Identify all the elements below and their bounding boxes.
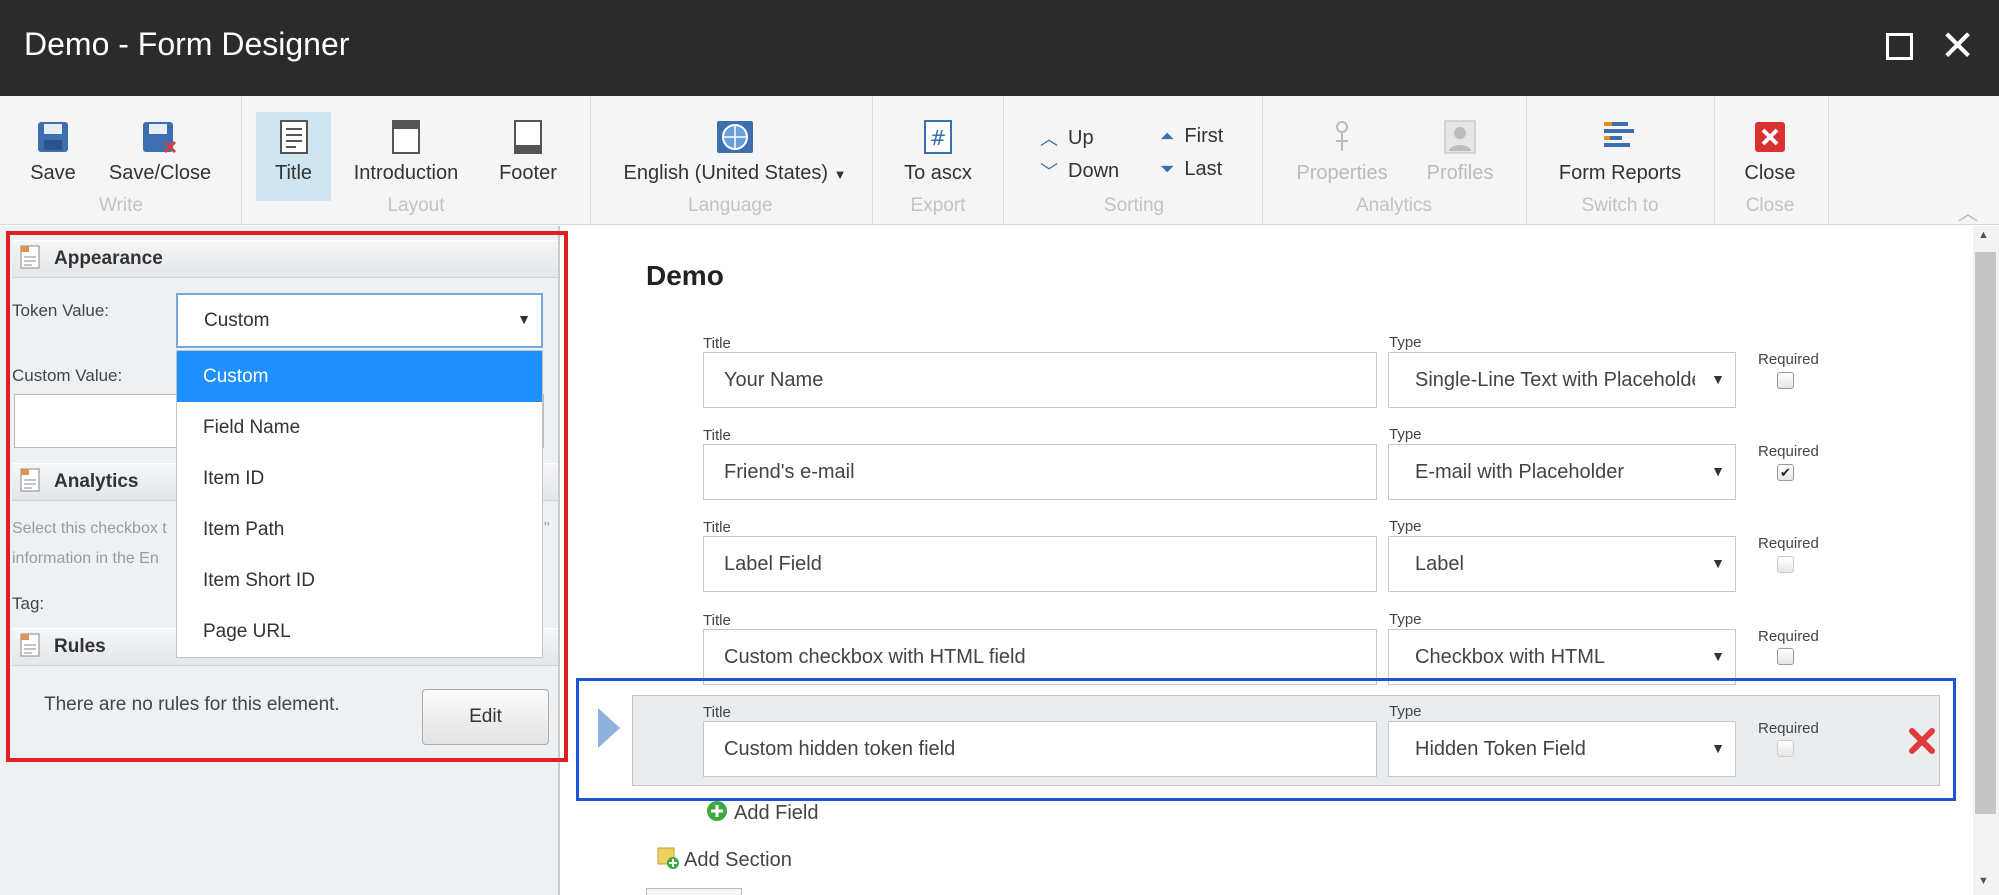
footer-button[interactable]: Footer — [496, 110, 560, 195]
save-icon — [20, 116, 86, 158]
add-section-link[interactable]: Add Section — [656, 846, 792, 875]
ribbon-separator — [1714, 96, 1715, 224]
to-ascx-button[interactable]: # To ascx — [898, 110, 978, 195]
field-title-input[interactable]: Your Name — [703, 352, 1377, 408]
dropdown-arrow-icon: ▼ — [1711, 648, 1725, 664]
footer-icon — [496, 116, 560, 158]
save-close-button[interactable]: Save/Close — [108, 110, 212, 195]
move-first-button[interactable]: ⏶ First — [1160, 125, 1223, 148]
field-required-label: Required — [1758, 351, 1819, 368]
collapse-ribbon-icon[interactable]: ︿ — [1958, 197, 1978, 226]
field-title-input[interactable]: Custom checkbox with HTML field — [703, 629, 1377, 685]
ribbon-separator — [1828, 96, 1829, 224]
maximize-icon[interactable] — [1886, 33, 1913, 60]
field-type-select[interactable]: Single-Line Text with Placeholder ▼ — [1388, 352, 1736, 408]
field-title-label: Title — [703, 335, 731, 352]
title-layout-button[interactable]: Title — [256, 110, 331, 195]
dropdown-arrow-icon: ▼ — [1711, 555, 1725, 571]
double-down-arrow-icon: ⏷ — [1160, 159, 1175, 179]
introduction-button[interactable]: Introduction — [348, 110, 464, 195]
move-up-button[interactable]: ︿ Up — [1040, 125, 1094, 151]
close-window-icon[interactable]: ✕ — [1940, 22, 1975, 70]
scroll-up-icon[interactable]: ▲ — [1978, 229, 1989, 241]
required-checkbox[interactable] — [1777, 372, 1794, 389]
group-analytics-label: Analytics — [1355, 195, 1433, 216]
add-green-plus-icon — [706, 800, 728, 827]
group-export-label: Export — [910, 195, 966, 216]
field-title-label: Title — [703, 519, 731, 536]
field-type-label: Type — [1389, 518, 1422, 535]
move-last-button[interactable]: ⏷ Last — [1160, 158, 1222, 181]
language-dropdown[interactable]: English (United States) ▼ — [620, 110, 850, 195]
field-type-select[interactable]: Checkbox with HTML ▼ — [1388, 629, 1736, 685]
annotation-blue-highlight — [576, 678, 1956, 801]
globe-icon — [620, 116, 850, 158]
introduction-icon — [348, 116, 464, 158]
field-type-label: Type — [1389, 611, 1422, 628]
double-up-arrow-icon: ⏶ — [1160, 126, 1175, 146]
scrollbar-thumb[interactable] — [1975, 252, 1996, 814]
save-button[interactable]: Save — [20, 110, 86, 195]
field-title-label: Title — [703, 427, 731, 444]
down-arrow-icon: ﹀ — [1040, 162, 1058, 182]
group-close-label: Close — [1745, 195, 1795, 216]
close-button[interactable]: Close — [1738, 110, 1802, 195]
group-write-label: Write — [99, 195, 143, 216]
dropdown-arrow-icon: ▼ — [1711, 371, 1725, 387]
scroll-down-icon[interactable]: ▼ — [1978, 875, 1989, 887]
required-checkbox-disabled — [1777, 556, 1794, 573]
reports-icon — [1552, 116, 1688, 158]
properties-icon — [1290, 116, 1394, 158]
ribbon-separator — [241, 96, 242, 224]
field-type-select[interactable]: E-mail with Placeholder ▼ — [1388, 444, 1736, 500]
field-type-label: Type — [1389, 334, 1422, 351]
field-title-input[interactable]: Friend's e-mail — [703, 444, 1377, 500]
up-arrow-icon: ︿ — [1040, 129, 1058, 149]
profile-icon — [1414, 116, 1506, 158]
move-down-button[interactable]: ﹀ Down — [1040, 158, 1119, 184]
add-field-link[interactable]: Add Field — [706, 800, 819, 827]
properties-button[interactable]: Properties — [1290, 110, 1394, 195]
save-close-icon — [108, 116, 212, 158]
group-layout-label: Layout — [387, 195, 445, 216]
ribbon-separator — [1003, 96, 1004, 224]
field-title-label: Title — [703, 612, 731, 629]
required-checkbox[interactable] — [1777, 648, 1794, 665]
window-title: Demo - Form Designer — [24, 26, 350, 62]
ascx-file-icon: # — [898, 116, 978, 158]
field-required-label: Required — [1758, 628, 1819, 645]
form-title: Demo — [646, 260, 724, 291]
partially-hidden-button[interactable] — [646, 888, 742, 895]
add-section-icon — [656, 846, 680, 875]
field-required-label: Required — [1758, 535, 1819, 552]
profiles-button[interactable]: Profiles — [1414, 110, 1506, 195]
chevron-down-icon: ▼ — [833, 167, 847, 182]
annotation-red-highlight — [6, 231, 568, 762]
field-required-label: Required — [1758, 443, 1819, 460]
ribbon-separator — [872, 96, 873, 224]
group-switch-label: Switch to — [1581, 195, 1659, 216]
title-document-icon — [256, 116, 331, 158]
group-language-label: Language — [688, 195, 773, 216]
ribbon-separator — [590, 96, 591, 224]
dropdown-arrow-icon: ▼ — [1711, 463, 1725, 479]
close-red-icon — [1738, 116, 1802, 158]
svg-text:#: # — [930, 126, 947, 150]
field-title-input[interactable]: Label Field — [703, 536, 1377, 592]
form-designer-window: Demo - Form Designer ✕ Save Save/Close W… — [0, 0, 1999, 895]
group-sorting-label: Sorting — [1103, 195, 1165, 216]
ribbon-separator — [1526, 96, 1527, 224]
field-type-select[interactable]: Label ▼ — [1388, 536, 1736, 592]
required-checkbox-checked[interactable]: ✔ — [1777, 464, 1794, 481]
field-type-label: Type — [1389, 426, 1422, 443]
ribbon-separator — [1262, 96, 1263, 224]
form-reports-button[interactable]: Form Reports — [1552, 110, 1688, 195]
